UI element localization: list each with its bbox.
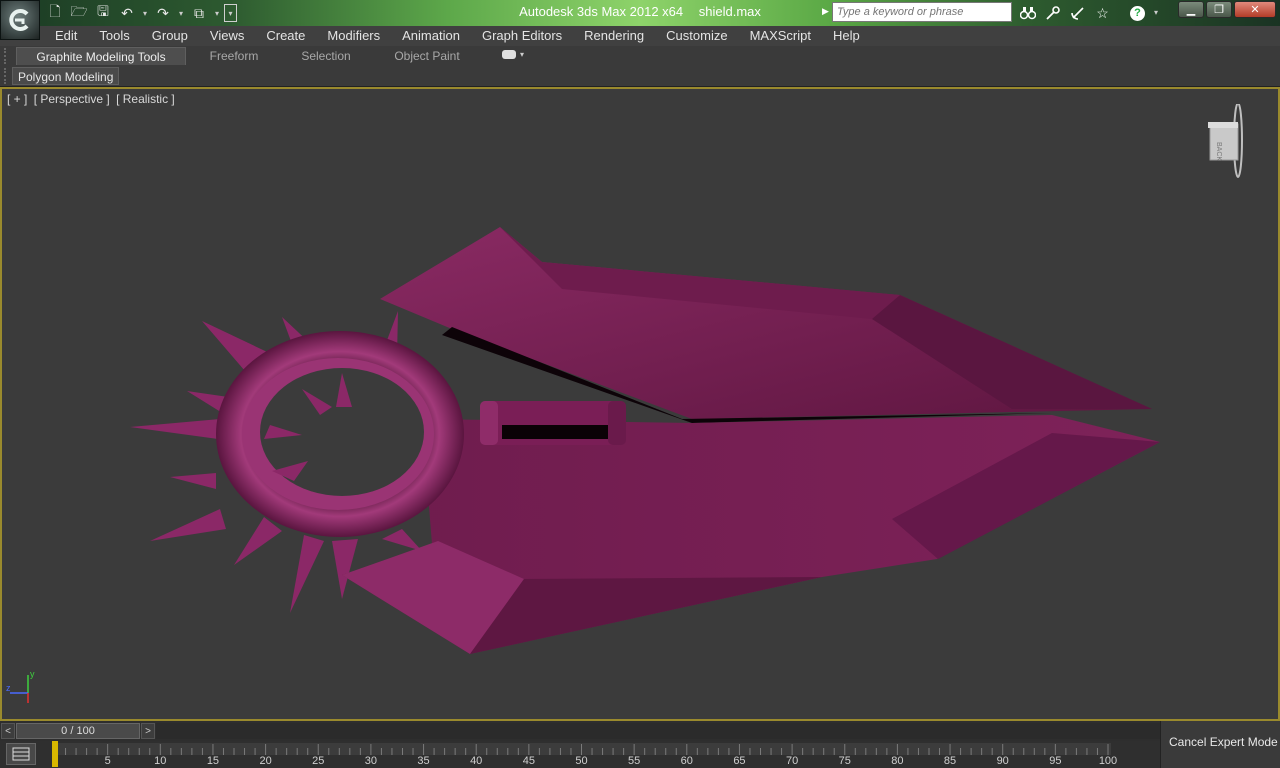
track-tick-label: 60 — [681, 755, 693, 767]
viewport-view-menu[interactable]: [ Perspective ] — [34, 92, 110, 106]
ribbon-options-button[interactable]: ▾ — [502, 50, 524, 59]
viewport-plus-menu[interactable]: [ + ] — [7, 92, 27, 106]
save-icon[interactable]: 🖫 — [92, 3, 114, 23]
current-frame-marker — [52, 741, 58, 767]
viewcube-face-label: BACK — [1215, 142, 1222, 161]
viewcube[interactable]: BACK — [1205, 104, 1245, 184]
time-slider-next-button[interactable]: > — [141, 723, 155, 739]
chevron-down-icon: ▾ — [520, 50, 525, 59]
track-tick-label: 80 — [891, 755, 903, 767]
menu-maxscript[interactable]: MAXScript — [739, 26, 822, 46]
track-tick-label: 15 — [207, 755, 219, 767]
menu-views[interactable]: Views — [199, 26, 255, 46]
star-icon[interactable]: ☆ — [1091, 2, 1114, 24]
time-slider-empty-area — [156, 723, 1160, 739]
menu-edit[interactable]: Edit — [44, 26, 88, 46]
menu-animation[interactable]: Animation — [391, 26, 471, 46]
menu-tools[interactable]: Tools — [88, 26, 140, 46]
track-tick-label: 55 — [628, 755, 640, 767]
menu-customize[interactable]: Customize — [655, 26, 738, 46]
tab-selection[interactable]: Selection — [290, 47, 362, 65]
tab-object-paint[interactable]: Object Paint — [384, 47, 470, 65]
new-file-icon[interactable]: 🗋 — [44, 3, 66, 23]
close-icon[interactable]: ✕ — [1234, 1, 1276, 18]
frame-counter: 0 / 100 — [61, 725, 95, 737]
track-tick-label: 10 — [154, 755, 166, 767]
time-slider-prev-button[interactable]: < — [1, 723, 15, 739]
shield-model — [130, 227, 1160, 654]
open-file-icon[interactable]: 🗁 — [68, 3, 90, 23]
menu-items: Edit Tools Group Views Create Modifiers … — [44, 26, 871, 46]
title-bar: 🗋 🗁 🖫 ↶ ▾ ↷ ▾ ⧉ ▾ ▾ Autodesk 3ds Max 201… — [0, 0, 1280, 27]
menu-bar: Edit Tools Group Views Create Modifiers … — [0, 26, 1280, 47]
status-area: Cancel Expert Mode — [1160, 721, 1280, 768]
redo-dropdown-icon[interactable]: ▾ — [176, 3, 186, 23]
minimize-icon[interactable]: ▁ — [1178, 1, 1204, 18]
menu-create[interactable]: Create — [255, 26, 316, 46]
help-icon[interactable]: ? — [1126, 2, 1149, 24]
menu-rendering[interactable]: Rendering — [573, 26, 655, 46]
menu-group[interactable]: Group — [141, 26, 199, 46]
menu-help[interactable]: Help — [822, 26, 871, 46]
tab-freeform[interactable]: Freeform — [196, 47, 272, 65]
track-tick-label: 90 — [997, 755, 1009, 767]
track-tick-label: 5 — [105, 755, 111, 767]
track-tick-label: 20 — [259, 755, 271, 767]
help-label: ? — [1130, 5, 1145, 21]
track-tick-label: 25 — [312, 755, 324, 767]
customize-qa-dropdown-icon[interactable]: ▾ — [224, 4, 237, 22]
grip-handle — [480, 401, 626, 445]
track-tick-label: 35 — [417, 755, 429, 767]
track-tick-label: 40 — [470, 755, 482, 767]
file-name: shield.max — [698, 4, 761, 19]
track-tick-label: 50 — [575, 755, 587, 767]
perspective-viewport[interactable]: [ + ] [ Perspective ] [ Realistic ] BACK… — [0, 87, 1280, 721]
satellite-icon[interactable] — [1066, 2, 1089, 24]
binoculars-icon[interactable] — [1016, 2, 1039, 24]
ribbon-panel-bar: Polygon Modeling — [0, 66, 1280, 87]
project-dropdown-icon[interactable]: ▾ — [212, 3, 222, 23]
restore-icon[interactable]: ❐ — [1206, 1, 1232, 18]
ribbon-drag-handle[interactable] — [4, 48, 12, 64]
axis-tripod-icon: y z — [6, 669, 35, 703]
tab-graphite-modeling-tools[interactable]: Graphite Modeling Tools — [16, 47, 186, 65]
track-tick-label: 30 — [365, 755, 377, 767]
axis-y-label: y — [30, 669, 35, 679]
info-center-toggle-icon[interactable]: ▶ — [822, 6, 832, 20]
track-bar[interactable]: 0510152025303540455055606570758085909510… — [0, 741, 1160, 768]
ribbon-panel-drag-handle[interactable] — [4, 68, 12, 84]
track-tick-label: 45 — [523, 755, 535, 767]
track-tick-label: 70 — [786, 755, 798, 767]
quick-access-toolbar: 🗋 🗁 🖫 ↶ ▾ ↷ ▾ ⧉ ▾ ▾ — [44, 2, 237, 24]
info-center-toolbar: ☆ ? ▾ — [1016, 2, 1161, 24]
time-slider-track[interactable]: 0 / 100 — [16, 723, 140, 739]
undo-icon[interactable]: ↶ — [116, 3, 138, 23]
help-dropdown-icon[interactable]: ▾ — [1151, 2, 1161, 22]
search-input[interactable] — [832, 2, 1012, 22]
polygon-modeling-panel[interactable]: Polygon Modeling — [12, 67, 120, 85]
key-icon[interactable] — [1041, 2, 1064, 24]
undo-dropdown-icon[interactable]: ▾ — [140, 3, 150, 23]
menu-modifiers[interactable]: Modifiers — [316, 26, 391, 46]
track-tick-label: 65 — [733, 755, 745, 767]
app-name: Autodesk 3ds Max 2012 x64 — [519, 4, 684, 19]
viewport-shading-menu[interactable]: [ Realistic ] — [116, 92, 175, 106]
app-logo-button[interactable] — [0, 0, 40, 40]
ribbon-minimize-icon — [502, 50, 516, 59]
track-tick-label: 85 — [944, 755, 956, 767]
menu-graph-editors[interactable]: Graph Editors — [471, 26, 573, 46]
time-slider: < 0 / 100 > — [0, 721, 1160, 741]
axis-z-label: z — [6, 683, 11, 693]
ribbon-tab-bar: Graphite Modeling Tools Freeform Selecti… — [0, 46, 1280, 66]
track-tick-label: 95 — [1049, 755, 1061, 767]
track-tick-label: 75 — [839, 755, 851, 767]
project-folder-icon[interactable]: ⧉ — [188, 3, 210, 23]
cancel-expert-mode-button[interactable]: Cancel Expert Mode — [1169, 735, 1278, 749]
app-logo-icon — [9, 9, 29, 31]
track-bar-ruler: 0510152025303540455055606570758085909510… — [52, 741, 1117, 767]
track-tick-label: 100 — [1099, 755, 1117, 767]
viewport-label[interactable]: [ + ] [ Perspective ] [ Realistic ] — [7, 92, 178, 106]
redo-icon[interactable]: ↷ — [152, 3, 174, 23]
window-controls: ▁ ❐ ✕ — [1178, 1, 1276, 18]
